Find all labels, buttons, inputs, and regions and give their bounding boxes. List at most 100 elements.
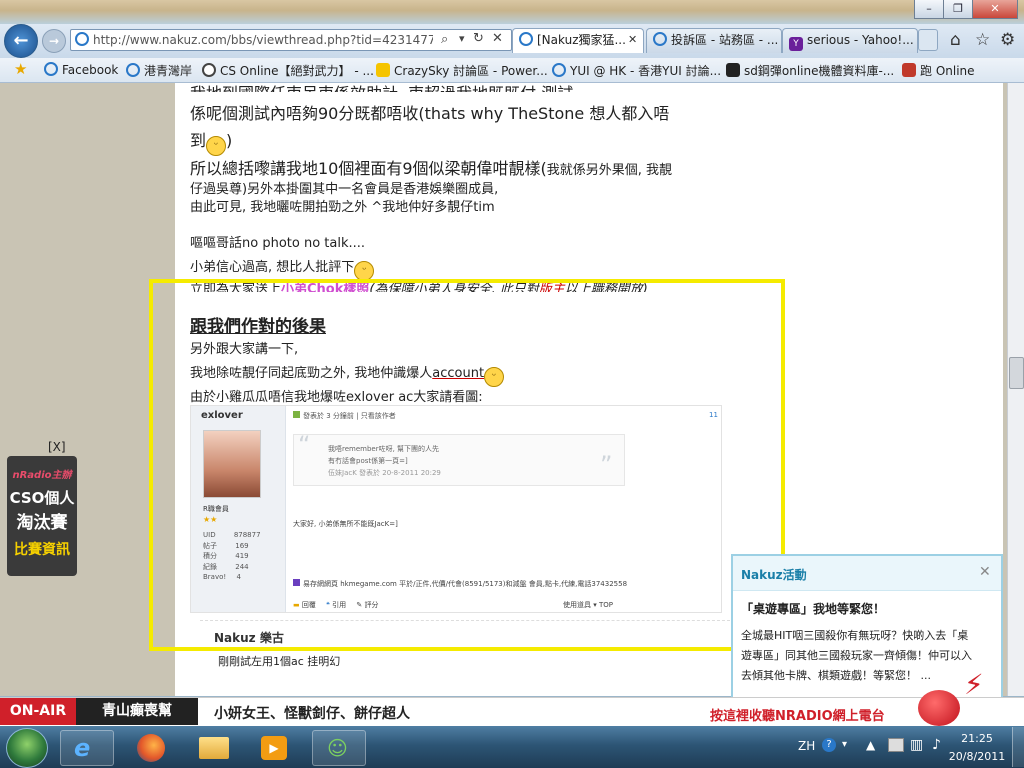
post-text-line: 係呢個測試內唔夠90分既都唔收(thats why TheStone 想人都入唔	[190, 104, 670, 123]
dropdown-icon[interactable]: ▾	[459, 32, 465, 45]
tab-label: serious - Yahoo!...	[807, 33, 914, 47]
post-text: 所以總括嚟講我地10個裡面有9個似梁朝偉咁靚樣(	[190, 159, 547, 178]
search-icon[interactable]: ⌕	[441, 32, 448, 47]
forward-button[interactable]: →	[42, 29, 66, 53]
minimize-button[interactable]: –	[914, 0, 944, 19]
favorite-label: YUI @ HK - 香港YUI 討論...	[570, 64, 722, 78]
activity-popup: Nakuz活動 ✕ 「桌遊專區」我地等緊您！ 全城最HIT咽三國殺你有無玩呀？快…	[731, 554, 1003, 699]
post-text-line: 我地到國際任吏呆吏係效助計, 吏超過我地既既付 測試,	[190, 80, 578, 92]
close-window-button[interactable]: ✕	[972, 0, 1018, 19]
favorite-label: Facebook	[62, 63, 119, 77]
new-tab-button[interactable]	[918, 29, 938, 51]
start-button[interactable]	[6, 728, 48, 768]
favorite-crazysky[interactable]: CrazySky 討論區 - Power...	[370, 62, 548, 79]
favorite-label: CrazySky 討論區 - Power...	[394, 64, 548, 78]
taskbar-media[interactable]: ▶	[248, 730, 302, 766]
taskbar-ie[interactable]: e	[60, 730, 114, 766]
stop-icon[interactable]: ✕	[492, 31, 503, 46]
favorite-kart[interactable]: 跑 Online	[896, 62, 975, 79]
program-hosts: 小妍女王、怪獸釗仔、餅仔超人	[214, 706, 410, 722]
popup-body-line: 去傾其他卡牌、棋類遊戲！等緊您！ ...	[741, 669, 931, 682]
help-icon[interactable]: ?	[822, 738, 836, 752]
post-text-line: 嘔嘔哥話no photo no talk....	[190, 236, 366, 251]
tab-complaints[interactable]: 投訴區 - 站務區 - ...	[646, 28, 782, 53]
refresh-icon[interactable]: ↻	[473, 31, 484, 46]
favorite-label: 跑 Online	[920, 64, 975, 78]
kart-icon	[902, 63, 916, 77]
cso-tournament-ad[interactable]: nRadio主辦 CSO個人 淘汰賽 比賽資訊	[7, 456, 77, 576]
ad-close-button[interactable]: [X]	[48, 440, 66, 454]
ie-page-icon	[126, 63, 140, 77]
ad-line: CSO個人	[9, 489, 75, 507]
tab-nakuz[interactable]: [Nakuz獨家猛...	[512, 28, 644, 53]
favorites-star-icon[interactable]: ★	[14, 60, 27, 78]
popup-title: Nakuz活動	[741, 568, 807, 582]
sd-icon	[726, 63, 740, 77]
favorite-label: sd鋼彈online機體資料庫-...	[744, 64, 895, 78]
language-indicator[interactable]: ZH	[798, 739, 815, 753]
program-name: 青山癲喪幫	[76, 698, 198, 725]
clock-time[interactable]: 21:25	[956, 732, 998, 745]
messenger-icon: ☺	[327, 736, 348, 760]
show-hidden-icons[interactable]: ▲	[866, 738, 875, 752]
taskbar-explorer[interactable]	[188, 730, 242, 766]
taskbar-messenger[interactable]: ☺	[312, 730, 366, 766]
favorite-facebook[interactable]: Facebook	[38, 62, 118, 77]
action-center-icon[interactable]	[888, 738, 904, 752]
favorite-label: CS Online【絕對武力】 - ...	[220, 64, 374, 78]
vertical-scrollbar[interactable]	[1007, 83, 1024, 696]
next-post-text: 剛剛試左用1個ac 挂明幻	[218, 655, 341, 668]
favorite-yui[interactable]: YUI @ HK - 香港YUI 討論...	[546, 62, 721, 79]
close-tab-icon[interactable]: ✕	[628, 33, 637, 46]
popup-body-line: 遊專區」同其他三國殺玩家一齊傾傷！仲可以入	[741, 649, 972, 662]
show-desktop-button[interactable]	[1012, 727, 1024, 767]
grin-emoticon-icon: ᵕ	[206, 136, 227, 156]
home-icon[interactable]: ⌂	[950, 30, 961, 50]
maximize-button[interactable]: ❐	[943, 0, 973, 19]
volume-icon[interactable]: ♪	[932, 737, 941, 753]
address-bar[interactable]: http://www.nakuz.com/bbs/viewthread.php?…	[70, 29, 512, 51]
ime-icon[interactable]: ▾	[842, 739, 847, 750]
gear-icon[interactable]: ⚙	[1000, 30, 1015, 50]
post-text: 小弟信心過高, 想比人批評下	[190, 260, 355, 275]
popup-body-line: 全城最HIT咽三國殺你有無玩呀？快啲入去「桌	[741, 629, 969, 642]
back-button[interactable]: ←	[4, 24, 38, 58]
yahoo-icon: Y	[789, 37, 803, 51]
favorite-sd-gundam[interactable]: sd鋼彈online機體資料庫-...	[720, 62, 894, 79]
post-text-line: 由此可見, 我地曬咗開拍勁之外 ^我地仲好多靚仔tim	[190, 200, 495, 215]
media-player-icon: ▶	[261, 736, 287, 760]
taskbar-firefox[interactable]	[124, 730, 178, 766]
csonline-icon	[202, 63, 216, 77]
favorite-label: 港青灣岸	[144, 64, 193, 78]
scrollbar-thumb[interactable]	[1009, 357, 1024, 389]
listen-link[interactable]: 按這裡收聽NRADIO網上電台	[710, 705, 885, 724]
favorite-harbour[interactable]: 港青灣岸	[120, 62, 192, 79]
ie-tab-icon	[519, 32, 533, 46]
ad-brand: nRadio主辦	[12, 470, 72, 481]
post-text-line: 所以總括嚟講我地10個裡面有9個似梁朝偉咁靚樣(我就係另外果個, 我靚	[190, 155, 672, 179]
popup-close-icon[interactable]: ✕	[979, 564, 991, 580]
ad-line: 比賽資訊	[14, 542, 70, 558]
folder-icon	[199, 737, 229, 759]
internet-explorer-icon: e	[74, 734, 91, 762]
lightning-icon: ⚡	[964, 668, 984, 701]
clock-date[interactable]: 20/8/2011	[946, 750, 1008, 763]
favorite-csonline[interactable]: CS Online【絕對武力】 - ...	[196, 62, 374, 79]
post-text: 我就係另外果個, 我靚	[546, 163, 673, 178]
popup-body: 全城最HIT咽三國殺你有無玩呀？快啲入去「桌 遊專區」同其他三國殺玩家一齊傾傷！…	[741, 626, 972, 686]
ie-tab-icon	[653, 32, 667, 46]
nradio-logo-icon[interactable]	[918, 690, 960, 726]
tab-label: [Nakuz獨家猛...	[537, 33, 626, 47]
favorites-star-icon[interactable]: ☆	[975, 30, 990, 50]
tab-yahoo[interactable]: Yserious - Yahoo!...	[782, 28, 918, 53]
popup-heading[interactable]: 「桌遊專區」我地等緊您！	[741, 600, 885, 617]
tab-label: 投訴區 - 站務區 - ...	[671, 33, 779, 47]
post-text-line: 到 ᵕ)	[190, 127, 232, 156]
network-icon[interactable]: ▥	[910, 737, 923, 753]
ie-page-icon	[75, 32, 89, 46]
firefox-icon	[137, 734, 165, 762]
onair-label: ON-AIR	[0, 698, 76, 725]
ie-page-icon	[44, 62, 58, 76]
highlight-box	[149, 279, 785, 651]
post-text: 到	[190, 131, 207, 150]
